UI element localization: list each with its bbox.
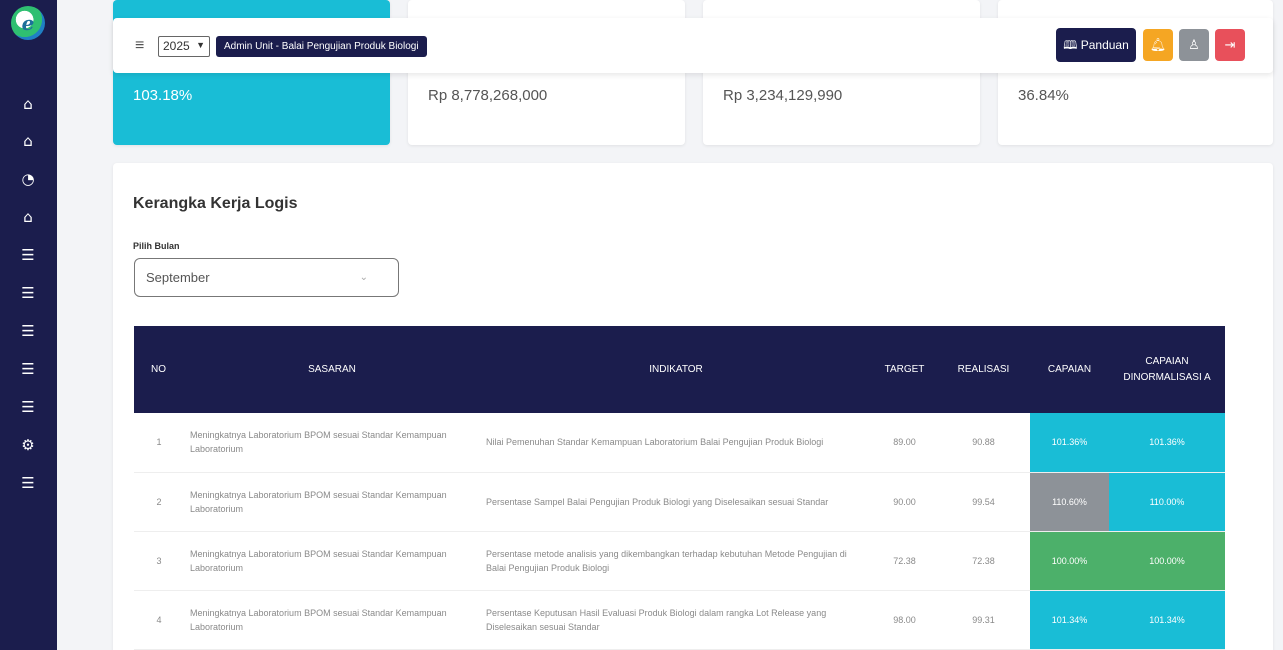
panel-title: Kerangka Kerja Logis bbox=[133, 195, 298, 212]
book-icon: 🕮 bbox=[1063, 38, 1078, 52]
cell-target: 98.00 bbox=[872, 590, 937, 650]
month-select[interactable]: September ⌄ bbox=[134, 258, 399, 297]
unit-badge: Admin Unit - Balai Pengujian Produk Biol… bbox=[216, 36, 427, 57]
stat-value: 36.84% bbox=[1018, 87, 1069, 104]
col-header-sasaran: SASARAN bbox=[184, 326, 480, 413]
top-bar: ≡ 2025 ▼ Admin Unit - Balai Pengujian Pr… bbox=[113, 18, 1273, 73]
cell-no: 4 bbox=[134, 590, 184, 650]
year-value: 2025 bbox=[163, 39, 190, 53]
col-header-indikator: INDIKATOR bbox=[480, 326, 872, 413]
cell-capaian-norm: 101.36% bbox=[1109, 413, 1225, 473]
table-row: 2 Meningkatnya Laboratorium BPOM sesuai S… bbox=[134, 472, 1225, 532]
cell-realisasi: 99.31 bbox=[937, 590, 1030, 650]
app-logo[interactable]: e bbox=[11, 6, 45, 40]
chart-pie-icon[interactable]: ◔ bbox=[19, 170, 37, 188]
cell-sasaran: Meningkatnya Laboratorium BPOM sesuai St… bbox=[184, 413, 480, 473]
month-label: Pilih Bulan bbox=[133, 241, 180, 251]
cell-capaian: 100.00% bbox=[1030, 531, 1109, 591]
cell-realisasi: 72.38 bbox=[937, 531, 1030, 591]
col-header-no: NO bbox=[134, 326, 184, 413]
cell-no: 1 bbox=[134, 413, 184, 473]
table-row: 3 Meningkatnya Laboratorium BPOM sesuai S… bbox=[134, 531, 1225, 591]
home-icon[interactable]: ⌂ bbox=[19, 208, 37, 226]
stat-value: Rp 3,234,129,990 bbox=[723, 87, 843, 104]
cell-target: 89.00 bbox=[872, 413, 937, 473]
menu-icon[interactable]: ≡ bbox=[135, 38, 144, 54]
stat-value: Rp 8,778,268,000 bbox=[428, 87, 548, 104]
cell-target: 72.38 bbox=[872, 531, 937, 591]
year-select[interactable]: 2025 ▼ bbox=[158, 36, 210, 57]
table-row: 1 Meningkatnya Laboratorium BPOM sesuai S… bbox=[134, 413, 1225, 473]
cell-capaian-norm: 101.34% bbox=[1109, 590, 1225, 650]
logout-icon: ⇥ bbox=[1224, 37, 1236, 52]
gear-icon[interactable]: ⚙ bbox=[19, 436, 37, 454]
profile-button[interactable]: ♙ bbox=[1179, 29, 1209, 61]
notification-button[interactable]: 🔔︎ bbox=[1143, 29, 1173, 61]
col-header-target: TARGET bbox=[872, 326, 937, 413]
col-header-realisasi: REALISASI bbox=[937, 326, 1030, 413]
cell-indikator: Persentase metode analisis yang dikemban… bbox=[480, 531, 872, 591]
logframe-panel: Kerangka Kerja Logis Pilih Bulan Septemb… bbox=[113, 163, 1273, 650]
cell-realisasi: 90.88 bbox=[937, 413, 1030, 473]
database-icon[interactable]: ☰ bbox=[19, 360, 37, 378]
chevron-down-icon: ⌄ bbox=[359, 272, 368, 283]
cell-capaian: 101.36% bbox=[1030, 413, 1109, 473]
panduan-label: Panduan bbox=[1080, 38, 1129, 52]
cell-capaian-norm: 110.00% bbox=[1109, 472, 1225, 532]
chevron-down-icon: ▼ bbox=[196, 40, 205, 50]
panduan-button[interactable]: 🕮 Panduan bbox=[1056, 28, 1136, 62]
cell-indikator: Nilai Pemenuhan Standar Kemampuan Labora… bbox=[480, 413, 872, 473]
cell-sasaran: Meningkatnya Laboratorium BPOM sesuai St… bbox=[184, 531, 480, 591]
logo-letter: e bbox=[21, 11, 35, 35]
user-icon: ♙ bbox=[1188, 37, 1200, 52]
database-icon[interactable]: ☰ bbox=[19, 398, 37, 416]
logframe-table: NO SASARAN INDIKATOR TARGET REALISASI CA… bbox=[134, 326, 1225, 650]
cell-indikator: Persentase Keputusan Hasil Evaluasi Prod… bbox=[480, 590, 872, 650]
month-value: September bbox=[146, 270, 210, 285]
col-header-capaian: CAPAIAN bbox=[1030, 326, 1109, 413]
col-header-capaian-norm: CAPAIAN DINORMALISASI A bbox=[1109, 326, 1225, 413]
cell-no: 3 bbox=[134, 531, 184, 591]
stat-value: 103.18% bbox=[133, 87, 193, 104]
sidebar: e ⌂ ⌂ ◔ ⌂ ☰ ☰ ☰ ☰ ☰ ⚙ ☰ bbox=[0, 0, 57, 650]
database-icon[interactable]: ☰ bbox=[19, 246, 37, 264]
cell-sasaran: Meningkatnya Laboratorium BPOM sesuai St… bbox=[184, 472, 480, 532]
cell-realisasi: 99.54 bbox=[937, 472, 1030, 532]
database-icon[interactable]: ☰ bbox=[19, 284, 37, 302]
cell-capaian: 110.60% bbox=[1030, 472, 1109, 532]
home-icon[interactable]: ⌂ bbox=[19, 132, 37, 150]
cell-capaian: 101.34% bbox=[1030, 590, 1109, 650]
cell-no: 2 bbox=[134, 472, 184, 532]
database-icon[interactable]: ☰ bbox=[19, 322, 37, 340]
logout-button[interactable]: ⇥ bbox=[1215, 29, 1245, 61]
cell-indikator: Persentase Sampel Balai Pengujian Produk… bbox=[480, 472, 872, 532]
home-icon[interactable]: ⌂ bbox=[19, 95, 37, 113]
cell-capaian-norm: 100.00% bbox=[1109, 531, 1225, 591]
database-icon[interactable]: ☰ bbox=[19, 474, 37, 492]
cell-sasaran: Meningkatnya Laboratorium BPOM sesuai St… bbox=[184, 590, 480, 650]
table-header-row: NO SASARAN INDIKATOR TARGET REALISASI CA… bbox=[134, 326, 1225, 413]
bell-icon: 🔔︎ bbox=[1149, 37, 1167, 52]
cell-target: 90.00 bbox=[872, 472, 937, 532]
table-row: 4 Meningkatnya Laboratorium BPOM sesuai S… bbox=[134, 590, 1225, 650]
